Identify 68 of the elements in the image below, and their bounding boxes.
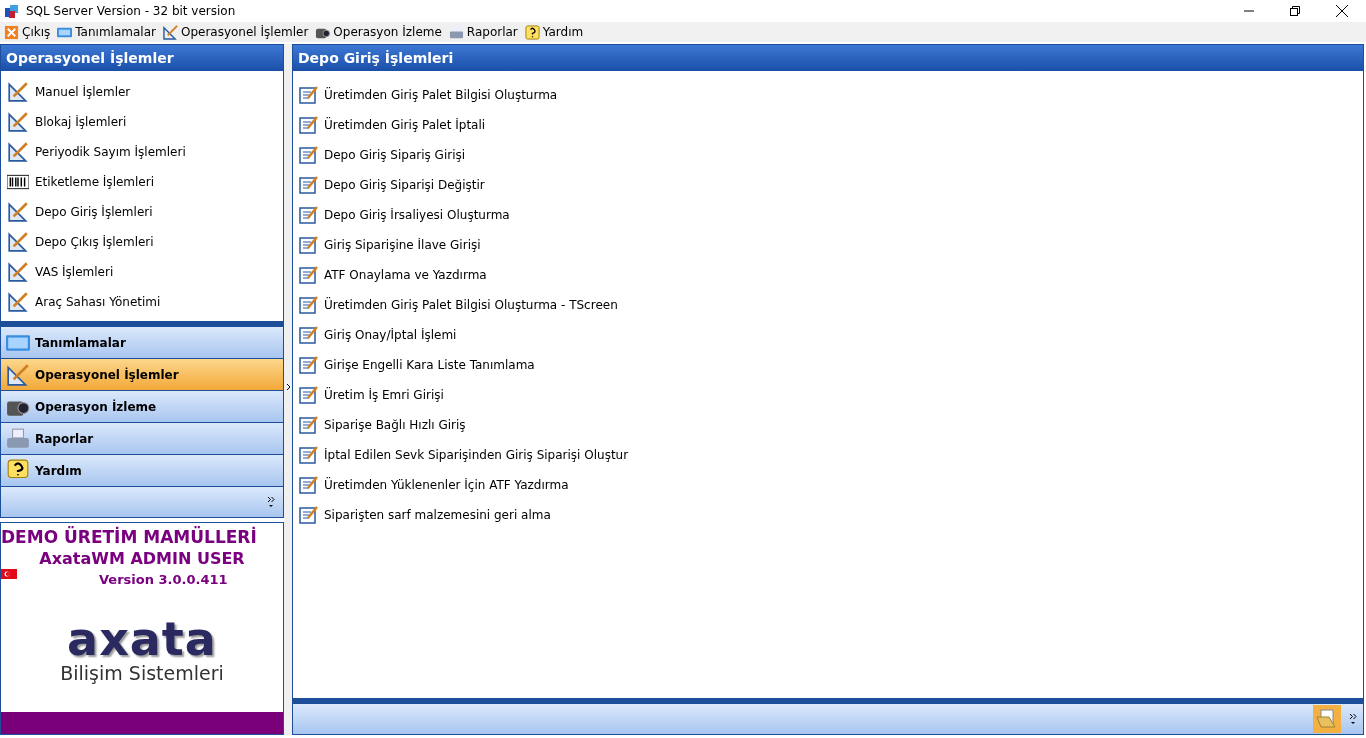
notepad-icon <box>299 325 319 345</box>
action-item[interactable]: Depo Giriş Sipariş Girişi <box>293 140 1363 170</box>
chevron-icon[interactable] <box>267 495 275 509</box>
navigation-button[interactable]: Raporlar <box>1 423 283 455</box>
notepad-icon <box>299 355 319 375</box>
action-item[interactable]: Üretim İş Emri Girişi <box>293 380 1363 410</box>
version-text: Version 3.0.0.411 <box>99 571 228 587</box>
notepad-icon <box>299 205 319 225</box>
notepad-icon <box>299 235 319 255</box>
logo-subtitle: Bilişim Sistemleri <box>60 661 224 684</box>
window-title: SQL Server Version - 32 bit version <box>26 4 236 18</box>
sidebar-item[interactable]: Blokaj İşlemleri <box>1 107 283 137</box>
navigation-button[interactable]: Tanımlamalar <box>1 327 283 359</box>
sidebar-item[interactable]: Depo Giriş İşlemleri <box>1 197 283 227</box>
notepad-icon <box>299 475 319 495</box>
action-item[interactable]: ATF Onaylama ve Yazdırma <box>293 260 1363 290</box>
sidebar-item[interactable]: Periyodik Sayım İşlemleri <box>1 137 283 167</box>
navigation-button[interactable]: Operasyonel İşlemler <box>1 359 283 391</box>
notepad-icon <box>299 445 319 465</box>
action-item[interactable]: Girişe Engelli Kara Liste Tanımlama <box>293 350 1363 380</box>
navigation-button[interactable]: Yardım <box>1 455 283 487</box>
notepad-icon <box>299 85 319 105</box>
action-item[interactable]: Giriş Siparişine İlave Girişi <box>293 230 1363 260</box>
logo-text: axata <box>67 615 217 662</box>
notepad-icon <box>299 415 319 435</box>
action-item[interactable]: Üretimden Giriş Palet İptali <box>293 110 1363 140</box>
notepad-icon <box>299 505 319 525</box>
printer-icon <box>448 24 464 40</box>
notepad-icon <box>299 385 319 405</box>
close-icon[interactable] <box>1336 5 1348 17</box>
menu-item[interactable]: Raporlar <box>446 22 523 42</box>
panel-header: Operasyonel İşlemler <box>1 45 283 71</box>
menu-item[interactable]: Operasyon İzleme <box>313 22 447 42</box>
company-name: DEMO ÜRETİM MAMÜLLERİ <box>1 525 258 547</box>
action-item[interactable]: Üretimden Giriş Palet Bilgisi Oluşturma <box>293 80 1363 110</box>
action-item[interactable]: Siparişten sarf malzemesini geri alma <box>293 500 1363 530</box>
action-item[interactable]: Üretimden Giriş Palet Bilgisi Oluşturma - TScreen <box>293 290 1363 320</box>
restore-icon[interactable] <box>1290 6 1300 16</box>
sidebar-item[interactable]: Etiketleme İşlemleri <box>1 167 283 197</box>
notepad-icon <box>299 115 319 135</box>
action-item[interactable]: Depo Giriş İrsaliyesi Oluşturma <box>293 200 1363 230</box>
sidebar-item[interactable]: Araç Sahası Yönetimi <box>1 287 283 317</box>
action-item[interactable]: Üretimden Yüklenenler İçin ATF Yazdırma <box>293 470 1363 500</box>
app-icon <box>4 3 20 19</box>
help-icon <box>524 24 540 40</box>
sidebar-item[interactable]: Depo Çıkış İşlemleri <box>1 227 283 257</box>
action-item[interactable]: Siparişe Bağlı Hızlı Giriş <box>293 410 1363 440</box>
action-item[interactable]: İptal Edilen Sevk Siparişinden Giriş Siparişi Oluştur <box>293 440 1363 470</box>
notepad-icon <box>299 265 319 285</box>
notepad-icon <box>299 145 319 165</box>
sidebar-item[interactable]: Manuel İşlemler <box>1 77 283 107</box>
document-icon[interactable] <box>1313 705 1341 733</box>
chevron-icon[interactable] <box>1349 712 1357 726</box>
caret-icon[interactable] <box>285 383 291 391</box>
action-item[interactable]: Depo Giriş Siparişi Değiştir <box>293 170 1363 200</box>
panel-header: Depo Giriş İşlemleri <box>293 45 1363 71</box>
menu-item[interactable]: Tanımlamalar <box>55 22 161 42</box>
notepad-icon <box>299 175 319 195</box>
action-item[interactable]: Giriş Onay/İptal İşlemi <box>293 320 1363 350</box>
menu-item[interactable]: Çıkış <box>2 22 56 42</box>
user-name: AxataWM ADMIN USER <box>38 548 246 568</box>
menu-item[interactable]: Operasyonel İşlemler <box>160 22 314 42</box>
exit-icon <box>4 24 19 40</box>
navigation-button[interactable]: Operasyon İzleme <box>1 391 283 423</box>
sidebar-item[interactable]: VAS İşlemleri <box>1 257 283 287</box>
notepad-icon <box>299 295 319 315</box>
printer-icon <box>6 426 30 451</box>
menu-item[interactable]: Yardım <box>522 22 589 42</box>
